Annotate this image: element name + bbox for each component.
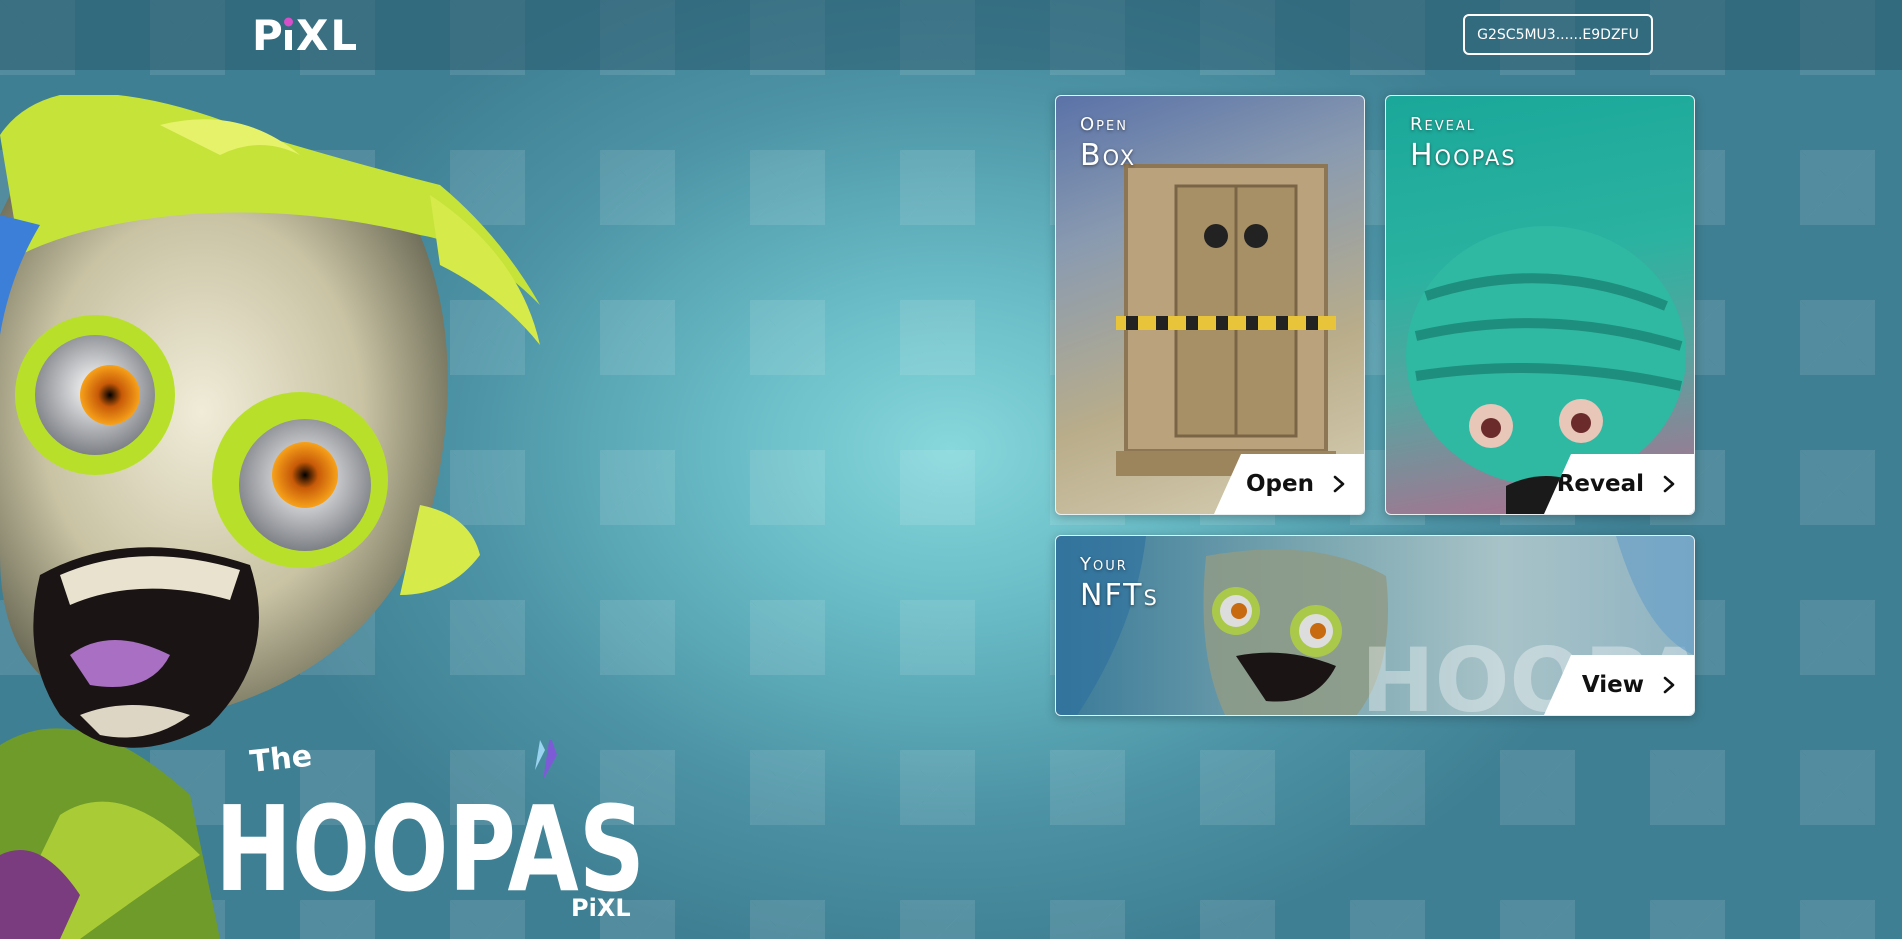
open-box-label-top: Open	[1080, 114, 1128, 135]
svg-text:P: P	[252, 11, 285, 58]
view-button-label: View	[1581, 672, 1644, 698]
open-box-label-main: Box	[1080, 138, 1137, 173]
reveal-button[interactable]: Reveal	[1544, 454, 1694, 514]
wallet-address-button[interactable]: G2SC5MU3......E9DZFU	[1463, 14, 1653, 55]
chevron-right-icon	[1663, 475, 1675, 493]
your-nfts-label-top: Your	[1080, 554, 1128, 575]
open-button[interactable]: Open	[1214, 454, 1364, 514]
pixl-logo[interactable]: P XL	[252, 10, 377, 60]
reveal-button-label: Reveal	[1556, 471, 1644, 497]
hoopas-sub-logo: PiXL	[571, 894, 631, 920]
top-bar: P XL G2SC5MU3......E9DZFU	[0, 0, 1902, 70]
open-button-label: Open	[1246, 471, 1314, 497]
crate-illustration	[1116, 164, 1336, 476]
chevron-right-icon	[1333, 475, 1345, 493]
hoopas-title-logo: The HOOPAS PiXL	[215, 735, 655, 922]
your-nfts-card[interactable]: HOOPAS Your NFTs View	[1055, 535, 1695, 716]
your-nfts-label-main: NFTs	[1080, 578, 1159, 613]
pixl-logo-mark: P XL	[252, 11, 359, 60]
reveal-hoopas-card[interactable]: Reveal Hoopas Reveal	[1385, 95, 1695, 515]
chevron-right-icon	[1663, 676, 1675, 694]
reveal-label-main: Hoopas	[1410, 138, 1517, 173]
svg-text:XL: XL	[296, 11, 359, 58]
hoopas-title-the: The	[248, 740, 313, 780]
view-button[interactable]: View	[1544, 655, 1694, 715]
reveal-label-top: Reveal	[1410, 114, 1476, 135]
open-box-card[interactable]: Open Box Open	[1055, 95, 1365, 515]
